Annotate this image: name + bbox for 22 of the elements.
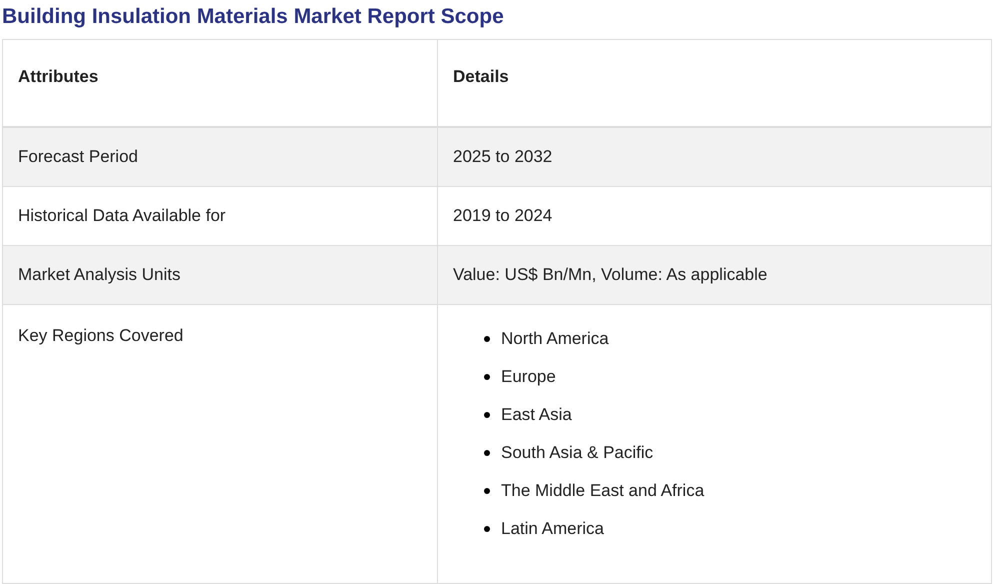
column-header: Details xyxy=(453,67,509,86)
list-item: The Middle East and Africa xyxy=(501,480,704,502)
bullet-icon xyxy=(484,374,490,380)
bullet-icon xyxy=(484,526,490,532)
table-cell-text: Historical Data Available for xyxy=(18,205,226,228)
table-cell-text: Market Analysis Units xyxy=(18,264,180,286)
bullet-icon xyxy=(484,450,490,456)
list-item: Europe xyxy=(501,366,556,388)
list-item: East Asia xyxy=(501,404,572,426)
table-cell-text: 2019 to 2024 xyxy=(453,205,552,228)
list-item: South Asia & Pacific xyxy=(501,442,654,464)
table-cell: Key Regions Covered xyxy=(18,326,184,345)
table-cell-text: 2025 to 2032 xyxy=(453,146,552,168)
table-cell-text: Value: US$ Bn/Mn, Volume: As applicable xyxy=(453,264,768,286)
report-title: Building Insulation Materials Market Report Scope xyxy=(2,4,504,30)
list-item: North America xyxy=(501,328,609,350)
bullet-icon xyxy=(484,412,490,418)
bullet-icon xyxy=(484,488,490,494)
list-item: Latin America xyxy=(501,518,604,540)
bullet-icon xyxy=(484,336,490,342)
table-cell-text: Forecast Period xyxy=(18,146,138,168)
column-header: Attributes xyxy=(18,67,98,86)
